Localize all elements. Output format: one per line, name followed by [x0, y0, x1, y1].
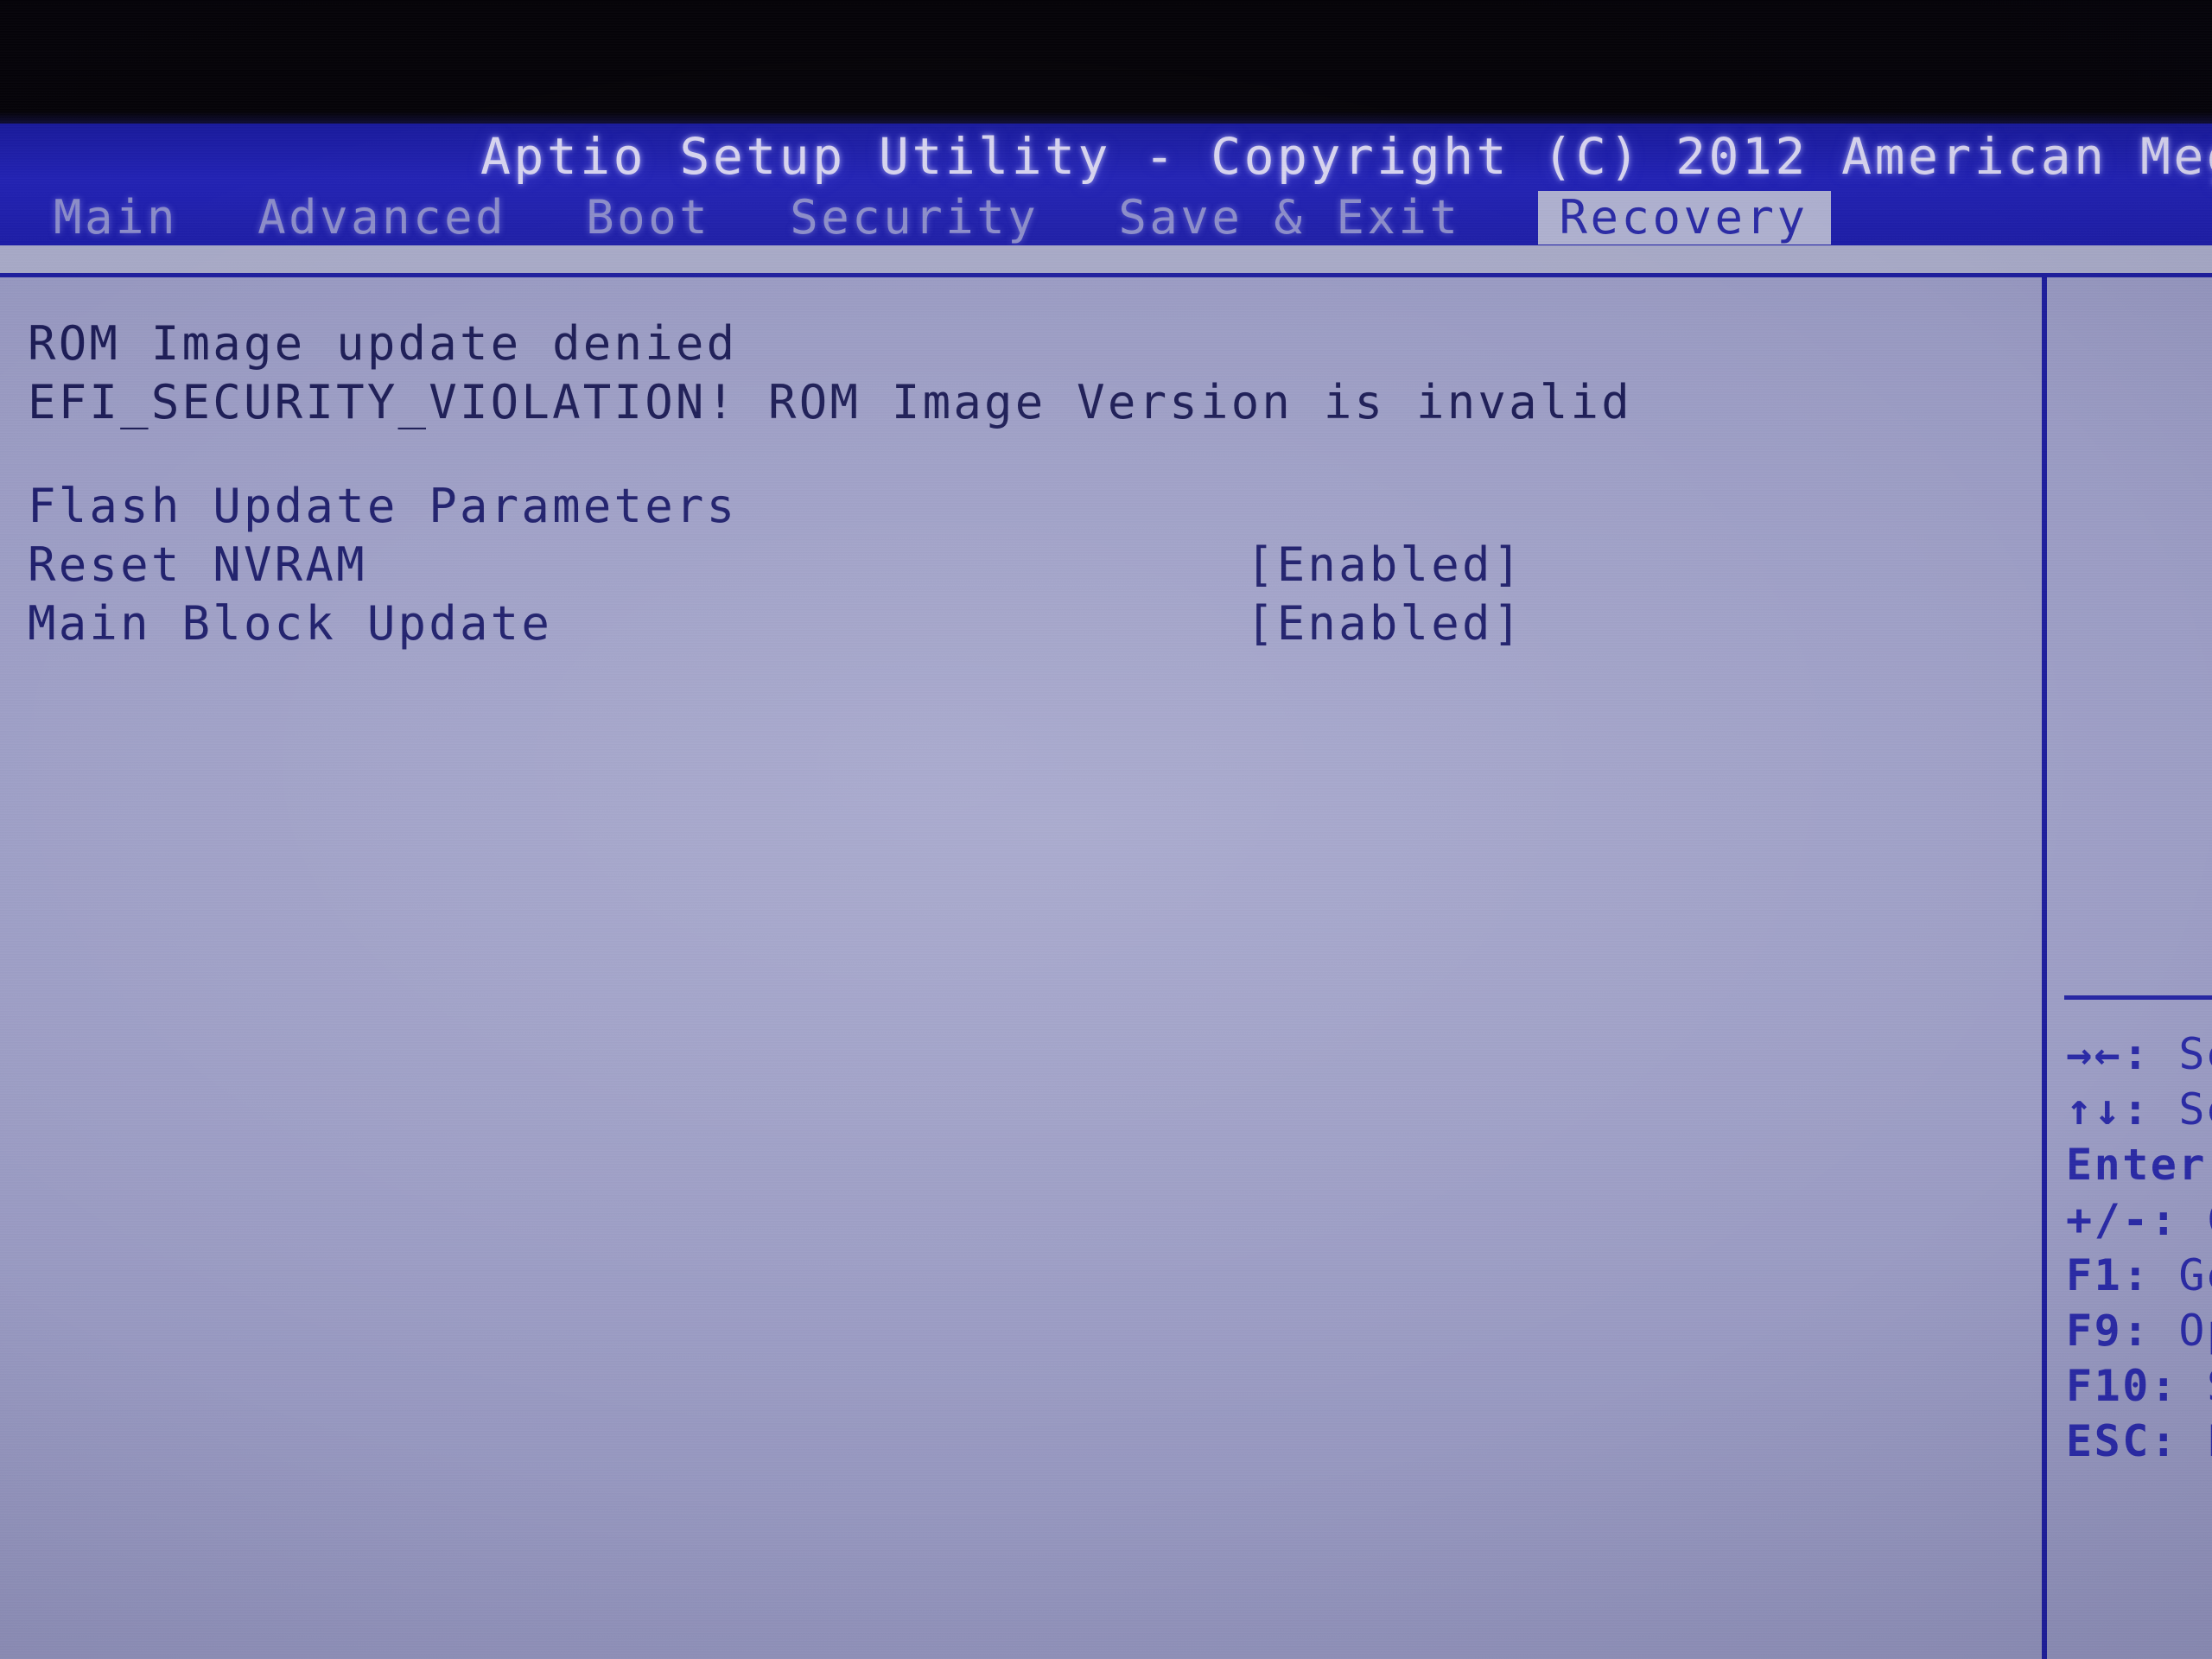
key-legend-item-select-screen: →←: Se [2066, 1027, 2212, 1082]
key-glyph-plus-minus: +/-: [2066, 1195, 2179, 1245]
recovery-content-panel: ROM Image update denied EFI_SECURITY_VIO… [0, 273, 2042, 1659]
key-legend-item-change-opt: +/-: C [2066, 1192, 2212, 1248]
key-legend-item-esc: ESC: E [2066, 1414, 2212, 1469]
header-underbar [0, 245, 2212, 273]
tab-save-and-exit[interactable]: Save & Exit [1118, 191, 1460, 245]
status-message-efi-security-violation: EFI_SECURITY_VIOLATION! ROM Image Versio… [28, 375, 1632, 429]
key-glyph-f10: F10: [2066, 1361, 2179, 1411]
key-legend: →←: Se ↑↓: Se Enter: +/-: C F1: Ge [2066, 1027, 2212, 1469]
key-action-optimized-defaults: Op [2178, 1306, 2212, 1356]
key-action-exit: E [2207, 1416, 2212, 1466]
setting-row-main-block-update[interactable]: Main Block Update [Enabled] [28, 594, 2042, 653]
setting-row-reset-nvram[interactable]: Reset NVRAM [Enabled] [28, 536, 2042, 594]
setting-label-reset-nvram: Reset NVRAM [28, 537, 367, 592]
key-glyph-up-down-arrows: ↑↓: [2066, 1084, 2151, 1135]
tab-main[interactable]: Main [54, 191, 178, 245]
tab-boot[interactable]: Boot [586, 191, 710, 245]
key-legend-item-enter: Enter: [2066, 1137, 2212, 1192]
bios-setup-screen: Aptio Setup Utility - Copyright (C) 2012… [0, 0, 2212, 1659]
setting-value-reset-nvram[interactable]: [Enabled] [1246, 536, 1523, 594]
tab-advanced[interactable]: Advanced [257, 191, 506, 245]
page-title: Aptio Setup Utility - Copyright (C) 2012… [480, 127, 2212, 186]
key-glyph-esc: ESC: [2066, 1416, 2179, 1466]
setup-work-area: ROM Image update denied EFI_SECURITY_VIO… [0, 273, 2212, 1659]
status-message-rom-denied: ROM Image update denied [28, 316, 738, 371]
setting-value-main-block-update[interactable]: [Enabled] [1246, 594, 1523, 653]
key-action-select-item: Se [2178, 1084, 2212, 1135]
help-panel-divider [2064, 995, 2212, 1000]
screen-letterbox-top [0, 0, 2212, 124]
title-bar: Aptio Setup Utility - Copyright (C) 2012… [0, 124, 2212, 245]
key-action-save-and-exit: S [2207, 1361, 2212, 1411]
key-legend-item-select-item: ↑↓: Se [2066, 1082, 2212, 1137]
tab-recovery[interactable]: Recovery [1538, 191, 1831, 245]
menu-bar[interactable]: Main Advanced Boot Security Save & Exit … [0, 191, 2212, 245]
help-panel: →←: Se ↑↓: Se Enter: +/-: C F1: Ge [2047, 273, 2212, 1659]
key-legend-item-f9: F9: Op [2066, 1303, 2212, 1358]
key-legend-item-f10: F10: S [2066, 1358, 2212, 1414]
key-legend-item-f1: F1: Ge [2066, 1248, 2212, 1303]
section-heading-flash-update-parameters: Flash Update Parameters [28, 479, 738, 533]
key-glyph-enter: Enter: [2066, 1140, 2212, 1190]
key-action-change-opt: C [2207, 1195, 2212, 1245]
key-action-general-help: Ge [2178, 1250, 2212, 1300]
key-action-select-screen: Se [2178, 1029, 2212, 1079]
key-glyph-f1: F1: [2066, 1250, 2151, 1300]
tab-security[interactable]: Security [790, 191, 1039, 245]
key-glyph-f9: F9: [2066, 1306, 2151, 1356]
key-glyph-left-right-arrows: →←: [2066, 1029, 2151, 1079]
setting-label-main-block-update: Main Block Update [28, 596, 553, 651]
